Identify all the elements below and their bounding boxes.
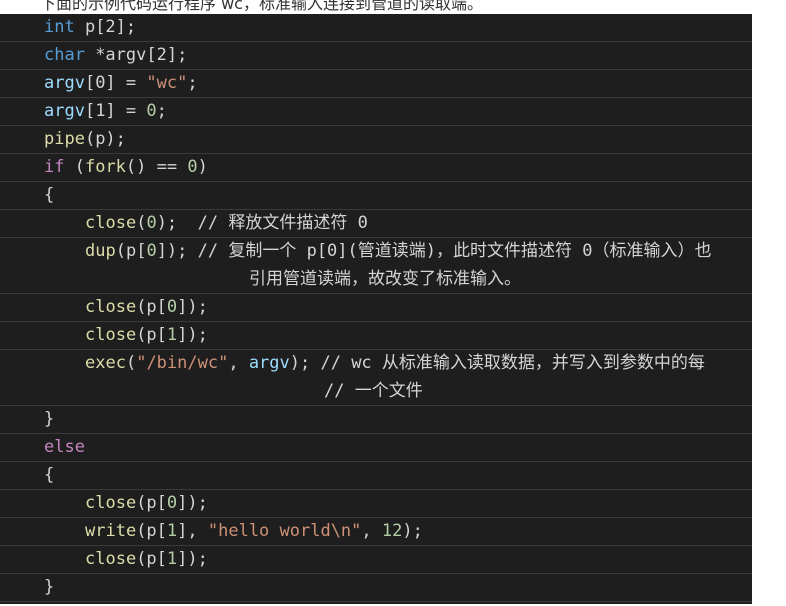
- code-number: 0: [146, 241, 157, 261]
- code-function: dup: [85, 241, 116, 261]
- code-text: ]);: [177, 549, 208, 569]
- code-function: close: [85, 297, 137, 317]
- code-line-4: argv[1] = 0;: [0, 98, 752, 126]
- code-variable: argv: [44, 73, 85, 93]
- code-comment-wrap: // 一个文件: [324, 381, 423, 401]
- code-text: ]);: [177, 325, 208, 345]
- code-block: int p[2]; char *argv[2]; argv[0] = "wc";…: [0, 14, 752, 604]
- code-text: ],: [177, 521, 208, 541]
- code-comment: // wc 从标准输入读取数据，并写入到参数中的每: [320, 353, 705, 373]
- intro-text: 下面的示例代码运行程序 wc，标准输入连接到管道的读取端。: [40, 0, 483, 13]
- code-line-16: close(p[0]);: [0, 490, 752, 518]
- code-number: 0: [187, 157, 198, 177]
- code-line-2: char *argv[2];: [0, 42, 752, 70]
- code-function: write: [85, 521, 137, 541]
- code-text: ]);: [177, 297, 208, 317]
- code-line-10: close(p[0]);: [0, 294, 752, 322]
- code-text: ): [197, 157, 208, 177]
- code-line-5: pipe(p);: [0, 126, 752, 154]
- code-comment: // 复制一个 p[0](管道读端)，此时文件描述符 0（标准输入）也: [197, 241, 712, 261]
- code-number: 12: [381, 521, 403, 541]
- code-function: close: [85, 549, 137, 569]
- code-text: [1] =: [84, 101, 147, 121]
- page: 下面的示例代码运行程序 wc，标准输入连接到管道的读取端。 int p[2]; …: [0, 0, 786, 606]
- code-text: );: [156, 213, 198, 233]
- code-number: 0: [146, 213, 157, 233]
- code-keyword: else: [44, 437, 85, 457]
- code-text: ;: [187, 73, 198, 93]
- code-text: ,: [361, 521, 382, 541]
- code-line-9: dup(p[0]); // 复制一个 p[0](管道读端)，此时文件描述符 0（…: [0, 238, 752, 294]
- code-line-18: close(p[1]);: [0, 546, 752, 574]
- code-keyword: if: [44, 157, 65, 177]
- code-text: (p[: [136, 549, 167, 569]
- code-number: 0: [166, 297, 178, 317]
- code-line-19: }: [0, 574, 752, 602]
- code-function: pipe: [44, 129, 85, 149]
- code-text: (p[: [136, 521, 167, 541]
- code-variable: argv: [44, 101, 85, 121]
- code-comment: // 释放文件描述符 0: [197, 213, 368, 233]
- code-text: ,: [228, 353, 249, 373]
- code-text: (p[: [115, 241, 147, 261]
- code-text: [0] =: [84, 73, 147, 93]
- code-line-14: else: [0, 434, 752, 462]
- code-function: close: [85, 325, 137, 345]
- code-text: ]);: [156, 241, 198, 261]
- code-function: close: [85, 493, 137, 513]
- code-text: ]);: [177, 493, 208, 513]
- code-function: exec: [85, 353, 126, 373]
- code-text: (: [64, 157, 85, 177]
- code-text: }: [44, 409, 55, 429]
- code-string: "/bin/wc": [136, 353, 229, 373]
- code-text: (p[: [136, 493, 167, 513]
- code-number: 1: [166, 549, 178, 569]
- code-number: 1: [166, 325, 178, 345]
- code-text: );: [289, 353, 321, 373]
- code-text: (p[: [136, 325, 167, 345]
- code-keyword: int: [44, 17, 75, 37]
- code-text: (: [136, 213, 147, 233]
- code-line-17: write(p[1], "hello world\n", 12);: [0, 518, 752, 546]
- code-text: (p[: [136, 297, 167, 317]
- code-keyword: char: [44, 45, 85, 65]
- code-text: () ==: [125, 157, 188, 177]
- code-text: }: [44, 577, 55, 597]
- code-text: );: [402, 521, 423, 541]
- code-number: 0: [166, 493, 178, 513]
- code-text: ;: [156, 101, 167, 121]
- code-line-12: exec("/bin/wc", argv); // wc 从标准输入读取数据，并…: [0, 350, 752, 406]
- code-text: {: [44, 185, 55, 205]
- code-comment-wrap: 引用管道读端，故改变了标准输入。: [249, 269, 521, 289]
- code-text: (p);: [84, 129, 126, 149]
- code-line-11: close(p[1]);: [0, 322, 752, 350]
- code-number: 0: [146, 101, 157, 121]
- code-number: 1: [166, 521, 178, 541]
- code-string: "hello world\n": [207, 521, 362, 541]
- code-line-1: int p[2];: [0, 14, 752, 42]
- code-line-13: }: [0, 406, 752, 434]
- code-text: {: [44, 465, 55, 485]
- code-line-15: {: [0, 462, 752, 490]
- code-line-8: close(0); // 释放文件描述符 0: [0, 210, 752, 238]
- code-text: (: [125, 353, 137, 373]
- code-line-6: if (fork() == 0): [0, 154, 752, 182]
- code-text: p[2];: [74, 17, 137, 37]
- code-line-3: argv[0] = "wc";: [0, 70, 752, 98]
- code-function: close: [85, 213, 137, 233]
- code-text: *argv[2];: [84, 45, 188, 65]
- code-variable: argv: [248, 353, 290, 373]
- code-string: "wc": [146, 73, 188, 93]
- code-line-7: {: [0, 182, 752, 210]
- code-function: fork: [84, 157, 126, 177]
